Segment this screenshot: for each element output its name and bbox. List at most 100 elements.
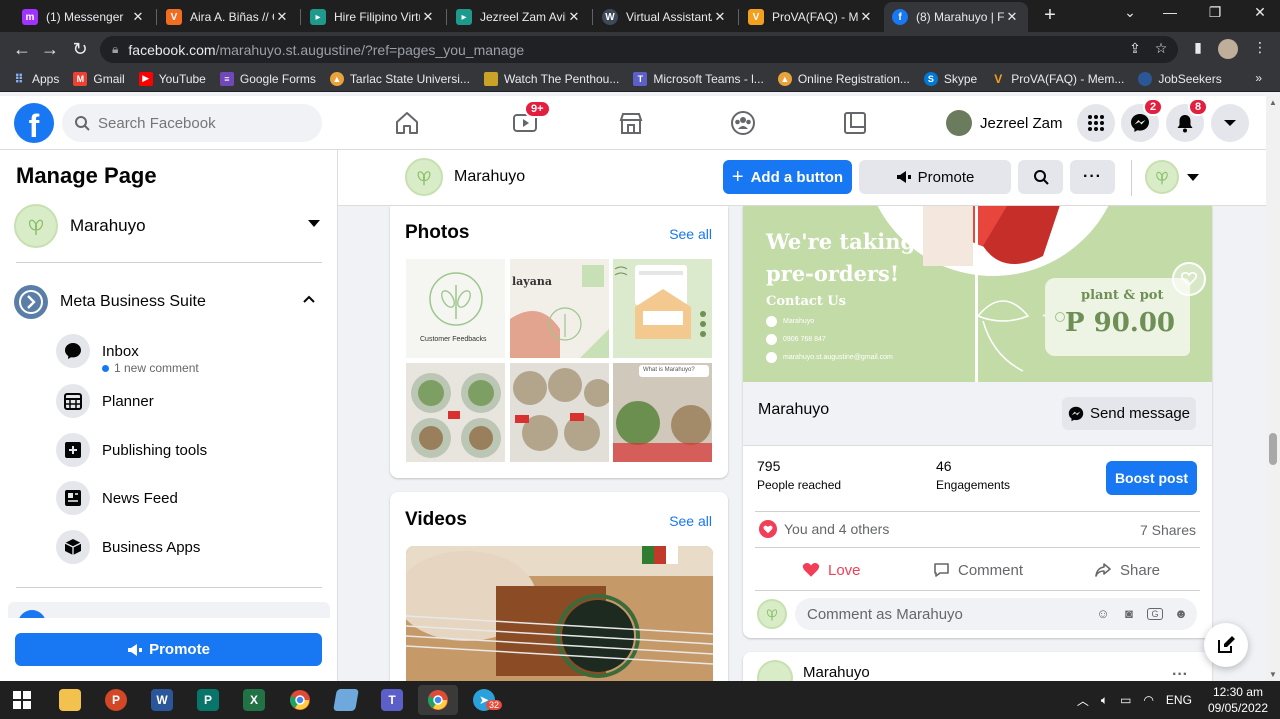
profile-chip[interactable]: Jezreel Zam (946, 106, 1063, 140)
bookmark-online-registration[interactable]: ▲ Online Registration... (777, 71, 910, 86)
reactions-summary[interactable]: You and 4 others (759, 520, 889, 538)
close-icon[interactable]: ✕ (1004, 9, 1020, 25)
sticker-icon[interactable]: ☻ (1173, 606, 1189, 622)
facebook-logo-icon[interactable]: f (14, 103, 54, 143)
page-switcher[interactable]: Marahuyo (14, 202, 324, 250)
bookmark-penthouse[interactable]: Watch The Penthou... (483, 71, 619, 86)
tab-jezreel[interactable]: ▸ Jezreel Zam Avila ✕ (448, 2, 590, 32)
comment-input[interactable]: Comment as Marahuyo ☺ ◙ G ☻ (795, 598, 1197, 630)
scroll-up-arrow-icon[interactable]: ▲ (1269, 98, 1277, 107)
page-avatar[interactable] (405, 158, 443, 196)
post-image[interactable]: We're taking pre-orders! Contact Us Marah… (743, 206, 1212, 382)
close-icon[interactable]: ✕ (712, 9, 728, 25)
page-search-button[interactable] (1018, 160, 1063, 194)
bookmark-google-forms[interactable]: ≡ Google Forms (219, 71, 316, 86)
tab-virtual-assistant[interactable]: W Virtual Assistant/ ✕ (594, 2, 736, 32)
share-icon[interactable]: ⇪ (1126, 40, 1144, 58)
bookmark-jobseekers[interactable]: JobSeekers (1138, 71, 1222, 86)
shares-count[interactable]: 7 Shares (1140, 522, 1196, 538)
taskbar-chrome[interactable] (280, 685, 320, 715)
taskbar-word[interactable]: W (142, 685, 182, 715)
nav-groups[interactable] (688, 104, 798, 142)
start-button[interactable] (2, 685, 42, 715)
tab-search-icon[interactable]: ⌄ (1118, 4, 1142, 26)
volume-icon[interactable]: 🔈︎ (1101, 693, 1108, 708)
share-button[interactable]: Share (1094, 559, 1160, 581)
menu-button[interactable] (1077, 104, 1115, 142)
page-scrollbar-thumb[interactable] (1269, 433, 1277, 465)
tab-prova[interactable]: V ProVA(FAQ) - Me ✕ (740, 2, 882, 32)
switch-profile-avatar[interactable] (1145, 160, 1179, 194)
minimize-icon[interactable]: — (1158, 4, 1182, 26)
bookmark-teams[interactable]: T Microsoft Teams - l... (633, 71, 764, 86)
photo-tile[interactable]: Customer Feedbacks (406, 259, 505, 358)
maximize-icon[interactable]: ❐ (1203, 4, 1227, 26)
bookmark-tarlac[interactable]: ▲ Tarlac State Universi... (329, 71, 470, 86)
sidebar-item-news-feed[interactable]: News Feed (56, 480, 326, 516)
photo-tile[interactable]: What is Marahuyo? (613, 363, 712, 462)
close-icon[interactable]: ✕ (858, 9, 874, 25)
taskbar-excel[interactable]: X (234, 685, 274, 715)
photo-tile[interactable] (613, 259, 712, 358)
clock[interactable]: 12:30 am 09/05/2022 (1208, 684, 1268, 716)
reload-icon[interactable]: ↻ (70, 39, 90, 59)
sidebar-item-inbox[interactable]: Inbox 1 new comment (56, 333, 326, 375)
new-message-button[interactable] (1204, 623, 1248, 667)
nav-gaming[interactable] (800, 104, 910, 142)
search-bar[interactable] (62, 104, 322, 142)
nav-home[interactable] (352, 104, 462, 142)
nav-marketplace[interactable] (576, 104, 686, 142)
menu-kebab-icon[interactable]: ⋮ (1250, 39, 1270, 59)
boost-post-button[interactable]: Boost post (1106, 461, 1197, 495)
language-indicator[interactable]: ENG (1166, 693, 1192, 707)
taskbar-telegram[interactable]: ➤ 32 (464, 685, 504, 715)
add-a-button-button[interactable]: + Add a button (723, 160, 852, 194)
emoji-icon[interactable]: ☺ (1095, 606, 1111, 622)
bookmark-gmail[interactable]: M Gmail (73, 71, 125, 86)
close-icon[interactable]: ✕ (130, 9, 146, 25)
scroll-down-arrow-icon[interactable]: ▼ (1269, 670, 1277, 679)
taskbar-teams[interactable]: T (372, 685, 412, 715)
bookmarks-overflow-icon[interactable]: » (1255, 71, 1262, 85)
tray-overflow-icon[interactable]: ︿ (1077, 692, 1089, 709)
gif-icon[interactable]: G (1147, 608, 1163, 620)
sidebar-item-publishing-tools[interactable]: Publishing tools (56, 432, 326, 468)
love-button[interactable]: Love (802, 559, 861, 581)
close-icon[interactable]: ✕ (566, 9, 582, 25)
video-thumbnail[interactable] (406, 546, 713, 692)
reading-list-icon[interactable]: ▮ (1188, 39, 1208, 59)
caret-down-icon[interactable] (1187, 174, 1199, 182)
sidebar-item-planner[interactable]: Planner (56, 383, 326, 419)
forward-icon[interactable]: → (40, 39, 60, 59)
bookmark-skype[interactable]: S Skype (923, 71, 977, 86)
new-tab-button[interactable]: + (1040, 5, 1060, 26)
notifications-button[interactable]: 8 (1166, 98, 1209, 142)
photo-tile[interactable] (406, 363, 505, 462)
close-icon[interactable]: ✕ (420, 9, 436, 25)
photos-see-all-link[interactable]: See all (669, 226, 712, 242)
profile-avatar-icon[interactable] (1218, 39, 1238, 59)
taskbar-notepad[interactable] (326, 685, 366, 715)
search-input[interactable] (98, 114, 298, 132)
battery-icon[interactable]: ▭ (1120, 693, 1131, 707)
promote-button[interactable]: Promote (859, 160, 1011, 194)
post-author-name[interactable]: Marahuyo (803, 664, 870, 681)
account-button[interactable] (1211, 104, 1249, 142)
photo-tile[interactable] (510, 363, 609, 462)
wifi-icon[interactable]: ◠ (1143, 693, 1153, 707)
sidebar-item-business-apps[interactable]: Business Apps (56, 529, 326, 565)
tab-hire-filipino[interactable]: ▸ Hire Filipino Virtu ✕ (302, 2, 444, 32)
tab-aira[interactable]: V Aira A. Biñas // C ✕ (158, 2, 298, 32)
window-close-icon[interactable]: ✕ (1248, 4, 1272, 26)
page-scrollbar-track[interactable]: ▲ ▼ (1266, 96, 1280, 681)
camera-icon[interactable]: ◙ (1121, 606, 1137, 622)
bookmark-youtube[interactable]: ▶ YouTube (138, 71, 206, 86)
sidebar-promote-button[interactable]: Promote (15, 633, 322, 666)
send-message-button[interactable]: Send message (1062, 397, 1196, 430)
taskbar-file-explorer[interactable] (50, 685, 90, 715)
heart-icon[interactable] (1172, 262, 1206, 296)
bookmark-prova[interactable]: V ProVA(FAQ) - Mem... (991, 72, 1124, 86)
messenger-button[interactable]: 2 (1121, 98, 1164, 142)
meta-business-suite-toggle[interactable]: Meta Business Suite (14, 284, 324, 320)
close-icon[interactable]: ✕ (274, 9, 290, 25)
